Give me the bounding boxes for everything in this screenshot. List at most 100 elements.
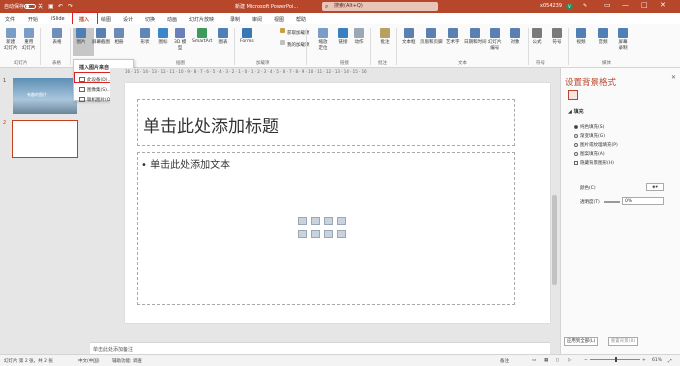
- close-pane-icon[interactable]: ✕: [671, 74, 676, 81]
- menu-item-stock-images[interactable]: 图像集(S)...: [79, 87, 111, 93]
- ribbon-button-screen-record[interactable]: 屏幕 录制: [618, 28, 628, 51]
- ribbon-button-datetime[interactable]: 日期和时间: [464, 28, 487, 45]
- tab-record[interactable]: 录制: [230, 16, 240, 23]
- ribbon-button-shapes[interactable]: 形状: [140, 28, 150, 45]
- ribbon-button-comment[interactable]: 批注: [380, 28, 390, 45]
- ribbon-button-picture[interactable]: 图片: [76, 28, 86, 45]
- content-placeholder[interactable]: • 单击此处添加文本: [137, 152, 515, 305]
- ribbon-group-divider: [528, 28, 529, 65]
- hide-background-graphics-option[interactable]: 隐藏背景图形(H): [574, 160, 614, 166]
- ribbon-button-screenshot[interactable]: 屏幕截图: [92, 28, 110, 45]
- scrollbar-thumb[interactable]: [552, 195, 557, 285]
- ribbon-button-new-slide[interactable]: 新建 幻灯片: [4, 28, 18, 51]
- ribbon-button-textbox[interactable]: 文本框: [402, 28, 416, 45]
- ribbon-button-3d-model[interactable]: 3D 模 型: [174, 28, 186, 51]
- ribbon-display-icon[interactable]: ▭: [604, 1, 611, 9]
- ribbon-button-audio[interactable]: 音频: [598, 28, 608, 45]
- insert-3d-model-icon[interactable]: [337, 217, 346, 225]
- ribbon-button-label: 形状: [140, 40, 150, 45]
- language-status[interactable]: 中文(中国): [78, 358, 100, 364]
- slide-thumbnail-2[interactable]: [12, 120, 78, 158]
- ribbon-button-smartart[interactable]: SmartArt: [192, 28, 212, 44]
- autosave-toggle[interactable]: [24, 4, 36, 9]
- insert-smartart-icon[interactable]: [324, 217, 333, 225]
- ribbon-button-album[interactable]: 相册: [114, 28, 124, 45]
- tab-review[interactable]: 审阅: [252, 16, 262, 23]
- apply-to-all-button[interactable]: 应用到全部(L): [564, 337, 598, 346]
- search-box[interactable]: ⌕ 搜索(Alt+Q): [322, 2, 438, 11]
- tab-slideshow[interactable]: 幻灯片放映: [189, 16, 214, 23]
- video-icon: [576, 28, 586, 38]
- tab-view[interactable]: 视图: [274, 16, 284, 23]
- zoom-level[interactable]: 61%: [652, 358, 662, 363]
- ribbon-button-forms[interactable]: Forms: [240, 28, 254, 44]
- vertical-ruler: [118, 82, 124, 342]
- minimize-icon[interactable]: —: [622, 1, 629, 9]
- save-icon[interactable]: ▣: [48, 3, 54, 10]
- picture-fill-option[interactable]: 图片或纹理填充(P): [574, 142, 618, 148]
- ribbon-button-zoom[interactable]: 缩放 定位: [318, 28, 328, 51]
- tab-islide[interactable]: iSlide: [51, 16, 65, 22]
- tab-transitions[interactable]: 切换: [145, 16, 155, 23]
- insert-picture-icon[interactable]: [298, 230, 307, 238]
- zoom-slider-thumb[interactable]: [615, 357, 617, 362]
- tab-draw[interactable]: 绘图: [101, 16, 111, 23]
- insert-video-icon[interactable]: [337, 230, 346, 238]
- fit-to-window-icon[interactable]: ⤢: [668, 358, 672, 364]
- tab-design[interactable]: 设计: [123, 16, 133, 23]
- ribbon-button-header-footer[interactable]: 页眉和页脚: [420, 28, 443, 45]
- zoom-out-icon[interactable]: −: [584, 358, 588, 363]
- transparency-slider[interactable]: [604, 201, 620, 203]
- slide-thumbnail-1[interactable]: 有趣的图片: [13, 78, 77, 114]
- thumbnail-number-2: 2: [3, 120, 7, 126]
- title-placeholder[interactable]: 单击此处添加标题: [137, 99, 515, 146]
- notes-pane[interactable]: 单击此处添加备注: [90, 342, 550, 354]
- ribbon-button-table[interactable]: 表格: [52, 28, 62, 45]
- close-icon[interactable]: ✕: [660, 1, 666, 9]
- notes-toggle[interactable]: 备注: [500, 358, 509, 364]
- horizontal-ruler: 16 · 15 · 14 · 13 · 12 · 11 · 10 · 9 · 8…: [125, 69, 367, 74]
- ribbon-button-chart[interactable]: 图表: [218, 28, 228, 45]
- user-name[interactable]: x054239: [540, 3, 562, 9]
- zoom-in-icon[interactable]: +: [642, 358, 646, 363]
- ribbon-button-icons[interactable]: 图标: [158, 28, 168, 45]
- ribbon-button-equation[interactable]: 公式: [532, 28, 542, 45]
- ribbon-button-wordart[interactable]: 艺术字: [446, 28, 460, 45]
- slide-sorter-icon[interactable]: ▦: [544, 358, 548, 363]
- reset-background-button[interactable]: 重置背景(B): [608, 337, 638, 346]
- pen-icon[interactable]: ✎: [583, 3, 587, 9]
- tab-file[interactable]: 文件: [5, 16, 15, 23]
- paint-bucket-icon: ◈▾: [652, 185, 658, 190]
- pattern-fill-option[interactable]: 图案填充(A): [574, 151, 605, 157]
- undo-icon[interactable]: ↶: [58, 3, 63, 10]
- ribbon-button-video[interactable]: 视频: [576, 28, 586, 45]
- vertical-scrollbar[interactable]: [552, 75, 557, 343]
- ribbon-button-link[interactable]: 链接: [338, 28, 348, 45]
- gradient-fill-option[interactable]: 渐变填充(G): [574, 133, 605, 139]
- ribbon-button-object[interactable]: 对象: [510, 28, 520, 45]
- transparency-input[interactable]: 0%: [622, 197, 664, 205]
- reading-view-icon[interactable]: ▯: [556, 358, 558, 363]
- insert-table-icon[interactable]: [298, 217, 307, 225]
- tab-animations[interactable]: 动画: [167, 16, 177, 23]
- maximize-icon[interactable]: □: [641, 1, 648, 9]
- tab-home[interactable]: 开始: [28, 16, 38, 23]
- redo-icon[interactable]: ↷: [68, 3, 73, 10]
- normal-view-icon[interactable]: ▭: [532, 358, 536, 363]
- ribbon-button-slide-number[interactable]: 幻灯片 编号: [488, 28, 502, 51]
- fill-section-header[interactable]: ◢ 填充: [568, 108, 584, 115]
- solid-fill-option[interactable]: 纯色填充(S): [574, 124, 604, 130]
- ribbon-button-symbol[interactable]: 符号: [552, 28, 562, 45]
- tab-help[interactable]: 帮助: [296, 16, 306, 23]
- color-picker-button[interactable]: ◈▾: [646, 183, 664, 191]
- insert-online-picture-icon[interactable]: [324, 230, 333, 238]
- insert-chart-icon[interactable]: [311, 217, 320, 225]
- ribbon-group-divider: [568, 28, 569, 65]
- fill-category-icon[interactable]: [568, 90, 578, 100]
- ribbon-button-action[interactable]: 动作: [354, 28, 364, 45]
- insert-stock-image-icon[interactable]: [311, 230, 320, 238]
- ribbon-button-reuse-slides[interactable]: 重用 幻灯片: [22, 28, 36, 51]
- slideshow-icon[interactable]: ▷: [568, 358, 571, 363]
- accessibility-status[interactable]: 辅助功能: 调查: [112, 358, 142, 364]
- ribbon-button-label: 页眉和页脚: [420, 40, 443, 45]
